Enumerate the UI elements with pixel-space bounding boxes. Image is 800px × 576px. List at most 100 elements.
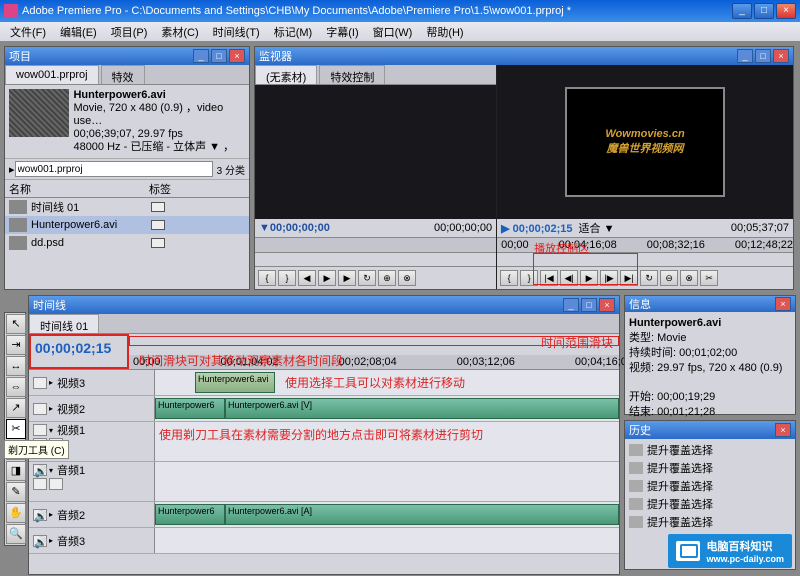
step-fwd[interactable]: |▶ [600,270,618,286]
menu-title[interactable]: 字幕(I) [320,22,364,42]
play[interactable]: ▶ [580,270,598,286]
speaker-icon[interactable]: 🔊 [33,509,47,521]
menu-project[interactable]: 项目(P) [105,22,154,42]
clip-v3[interactable]: Hunterpower6.avi [195,372,275,393]
history-item[interactable]: 提升覆盖选择 [627,459,793,477]
close-button[interactable]: × [776,3,796,19]
razor-tool[interactable]: ✂ [6,419,26,439]
loop[interactable]: ↻ [640,270,658,286]
set-out[interactable]: } [520,270,538,286]
history-header[interactable]: 历史× [625,421,795,439]
label-swatch[interactable] [151,238,165,248]
program-ruler[interactable]: 00;00 00;04;16;08 00;08;32;16 00;12;48;2… [497,237,793,253]
track-v1[interactable]: ▾视频1 使用剃刀工具在素材需要分割的地方点击即可将素材进行剪切 [29,422,619,462]
step-back[interactable]: ◀ [298,270,316,286]
expand-icon[interactable]: ▸ [49,378,53,387]
program-tc[interactable]: ▶ 00;00;02;15 [501,222,572,235]
program-scrub[interactable] [497,253,793,267]
set-out[interactable]: } [278,270,296,286]
panel-max[interactable]: □ [581,298,597,312]
selection-tool[interactable]: ↖ [6,314,26,334]
label-swatch[interactable] [151,220,165,230]
pen-tool[interactable]: ✎ [6,482,26,502]
menu-file[interactable]: 文件(F) [4,22,52,42]
source-ruler[interactable] [255,237,496,253]
ripple-tool[interactable]: ↔ [6,356,26,376]
eye-icon[interactable] [33,403,47,415]
track-a2[interactable]: 🔊▸音频2 Hunterpower6 Hunterpower6.avi [A] [29,502,619,528]
bin-path[interactable] [15,161,213,177]
info-header[interactable]: 信息× [625,296,795,312]
expand-icon[interactable]: ▸ [49,536,53,545]
panel-close[interactable]: × [229,49,245,63]
clip-v2a[interactable]: Hunterpower6 [155,398,225,419]
menu-edit[interactable]: 编辑(E) [54,22,103,42]
hand-tool[interactable]: ✋ [6,503,26,523]
project-header[interactable]: 项目 _ □ × [5,47,249,65]
col-name[interactable]: 名称 [5,181,145,197]
clip-v2b[interactable]: Hunterpower6.avi [V] [225,398,619,419]
eye-icon[interactable] [33,377,47,389]
timeline-tc[interactable]: 00;00;02;15 [35,340,123,356]
panel-close[interactable]: × [775,423,791,437]
menu-clip[interactable]: 素材(C) [155,22,204,42]
source-view[interactable] [255,85,496,219]
track-a1[interactable]: 🔊▾音频1 [29,462,619,502]
speaker-icon[interactable]: 🔊 [33,535,47,547]
history-item[interactable]: 提升覆盖选择 [627,441,793,459]
history-item[interactable]: 提升覆盖选择 [627,513,793,531]
menu-help[interactable]: 帮助(H) [420,22,469,42]
loop[interactable]: ↻ [358,270,376,286]
panel-close[interactable]: × [773,49,789,63]
tab-effect-controls[interactable]: 特效控制 [319,65,385,84]
clip-a2a[interactable]: Hunterpower6 [155,504,225,525]
rolling-tool[interactable]: ⇔ [6,377,26,397]
bin-row-0[interactable]: 时间线 01 [5,198,249,216]
step-fwd[interactable]: ▶ [338,270,356,286]
panel-close[interactable]: × [775,297,791,311]
tab-no-clip[interactable]: (无素材) [255,65,317,84]
expand-icon[interactable]: ▸ [49,510,53,519]
tab-sequence[interactable]: 时间线 01 [29,314,99,333]
bin-row-2[interactable]: dd.psd [5,234,249,252]
history-item[interactable]: 提升覆盖选择 [627,477,793,495]
track-v2[interactable]: ▸视频2 Hunterpower6 Hunterpower6.avi [V] [29,396,619,422]
panel-max[interactable]: □ [755,49,771,63]
set-in[interactable]: { [500,270,518,286]
overlay[interactable]: ⊗ [398,270,416,286]
toggle-icon[interactable] [33,478,47,490]
panel-max[interactable]: □ [211,49,227,63]
keyframe-icon[interactable] [49,478,63,490]
extract[interactable]: ⊗ [680,270,698,286]
tab-project[interactable]: wow001.prproj [5,65,99,84]
panel-min[interactable]: _ [563,298,579,312]
source-scrub[interactable] [255,253,496,267]
minimize-button[interactable]: _ [732,3,752,19]
bin-row-1[interactable]: Hunterpower6.avi [5,216,249,234]
step-back[interactable]: ◀| [560,270,578,286]
expand-icon[interactable]: ▾ [49,426,53,435]
speaker-icon[interactable]: 🔊 [33,464,47,476]
expand-icon[interactable]: ▸ [49,404,53,413]
panel-min[interactable]: _ [737,49,753,63]
label-swatch[interactable] [151,202,165,212]
monitor-header[interactable]: 监视器 _ □ × [255,47,793,65]
eye-icon[interactable] [33,424,47,436]
trim[interactable]: ✂ [700,270,718,286]
track-a3[interactable]: 🔊▸音频3 [29,528,619,554]
clip-a2b[interactable]: Hunterpower6.avi [A] [225,504,619,525]
col-label[interactable]: 标签 [145,181,171,197]
zoom-fit[interactable]: 适合 ▼ [579,220,615,236]
program-view[interactable]: Wowmovies.cn 魔兽世界视频网 [497,65,793,219]
timeline-header[interactable]: 时间线 _ □ × [29,296,619,314]
timeline-ruler[interactable]: 时间范围滑块 00;00 00;01;04;02 00;02;08;04 00;… [129,334,619,369]
panel-close[interactable]: × [599,298,615,312]
zoom-tool[interactable]: 🔍 [6,524,26,544]
panel-min[interactable]: _ [193,49,209,63]
slide-tool[interactable]: ◨ [6,461,26,481]
play[interactable]: ▶ [318,270,336,286]
source-tc[interactable]: ▼00;00;00;00 [259,222,330,234]
track-select-tool[interactable]: ⇥ [6,335,26,355]
menu-window[interactable]: 窗口(W) [367,22,419,42]
maximize-button[interactable]: □ [754,3,774,19]
